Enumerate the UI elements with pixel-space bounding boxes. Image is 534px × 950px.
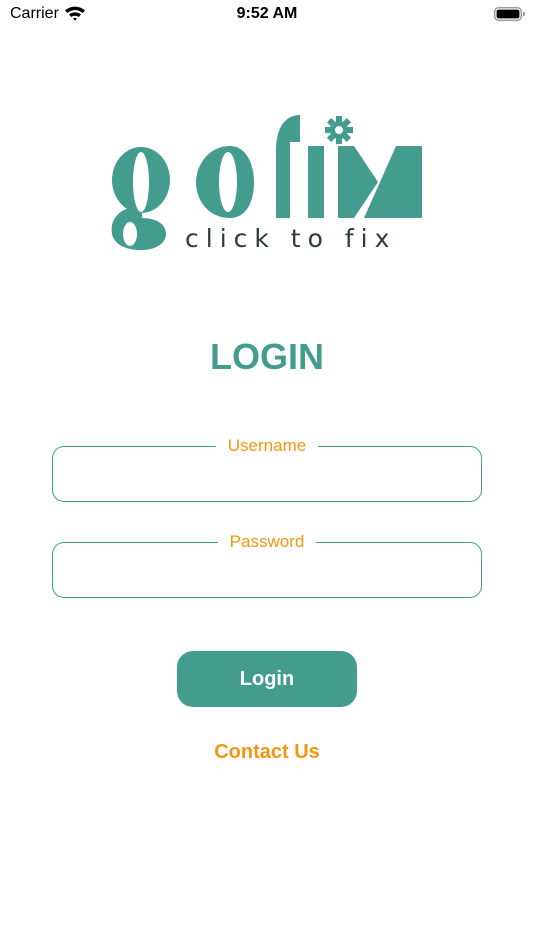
password-label: Password xyxy=(217,532,317,551)
login-button[interactable]: Login xyxy=(177,651,357,707)
username-input[interactable] xyxy=(67,459,467,493)
password-input[interactable] xyxy=(67,555,467,589)
username-field[interactable]: Username xyxy=(52,436,482,502)
status-time: 9:52 AM xyxy=(236,5,298,22)
logo-tagline: click to fix xyxy=(185,224,397,253)
password-field[interactable]: Password xyxy=(52,532,482,598)
page-title: LOGIN xyxy=(210,336,324,377)
battery-icon xyxy=(494,6,526,22)
contact-us-link[interactable]: Contact Us xyxy=(0,741,534,764)
username-label: Username xyxy=(215,436,319,455)
status-bar: Carrier 9:52 AM xyxy=(0,0,534,30)
gofix-logo: click to fix xyxy=(108,110,428,255)
